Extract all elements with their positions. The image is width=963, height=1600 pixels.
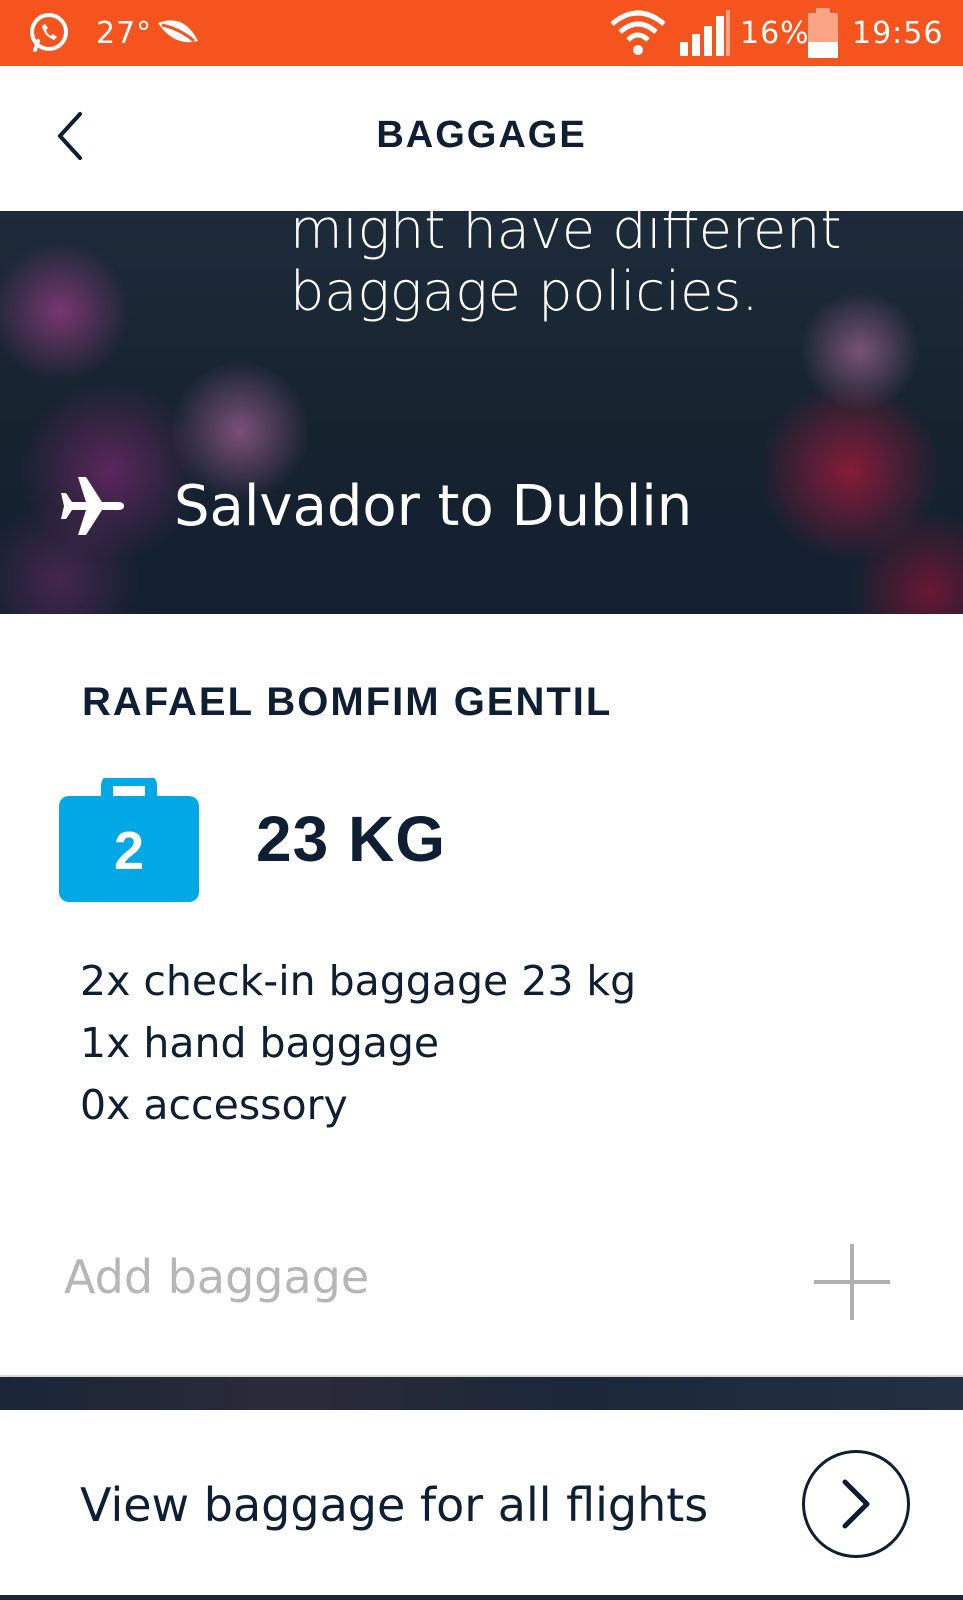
- add-baggage-button[interactable]: Add baggage: [0, 1210, 963, 1340]
- whatsapp-icon: [26, 0, 72, 66]
- status-bar: 27° 16% 19:56: [0, 0, 963, 66]
- flight-route: Salvador to Dublin: [60, 473, 692, 539]
- plus-icon: [814, 1244, 890, 1320]
- temperature-text: 27°: [96, 15, 153, 51]
- list-item: 1x hand baggage: [80, 1019, 440, 1067]
- bottom-edge: [0, 1595, 963, 1600]
- view-all-flights-label: View baggage for all flights: [80, 1478, 709, 1532]
- policy-line-2: baggage policies.: [290, 260, 759, 323]
- app-bar: BAGGAGE: [0, 66, 963, 211]
- view-all-flights-button[interactable]: View baggage for all flights: [0, 1410, 963, 1600]
- background-strip: [0, 1377, 963, 1410]
- battery-percent: 16%: [740, 15, 810, 51]
- policy-line-1: might have different: [290, 211, 842, 261]
- passenger-name: RAFAEL BOMFIM GENTIL: [82, 680, 613, 724]
- add-baggage-label: Add baggage: [64, 1250, 370, 1304]
- page-title: BAGGAGE: [376, 114, 587, 156]
- baggage-weight: 23 KG: [256, 803, 446, 875]
- signal-icon: [678, 0, 732, 66]
- list-item: 0x accessory: [80, 1081, 348, 1129]
- allowance-list: 2x check-in baggage 23 kg 1x hand baggag…: [80, 950, 636, 1136]
- clock: 19:56: [852, 15, 944, 51]
- chevron-right-circle-icon: [802, 1450, 910, 1558]
- leaf-icon: [154, 0, 202, 66]
- wifi-icon: [608, 0, 668, 66]
- list-item: 2x check-in baggage 23 kg: [80, 957, 637, 1005]
- baggage-policy-note: might have different baggage policies.: [290, 211, 842, 323]
- bag-count: 2: [113, 821, 145, 881]
- battery-icon: [806, 0, 840, 66]
- airplane-icon: [61, 477, 124, 535]
- hero-banner: might have different baggage policies. S…: [0, 211, 963, 614]
- route-label: Salvador to Dublin: [174, 473, 693, 539]
